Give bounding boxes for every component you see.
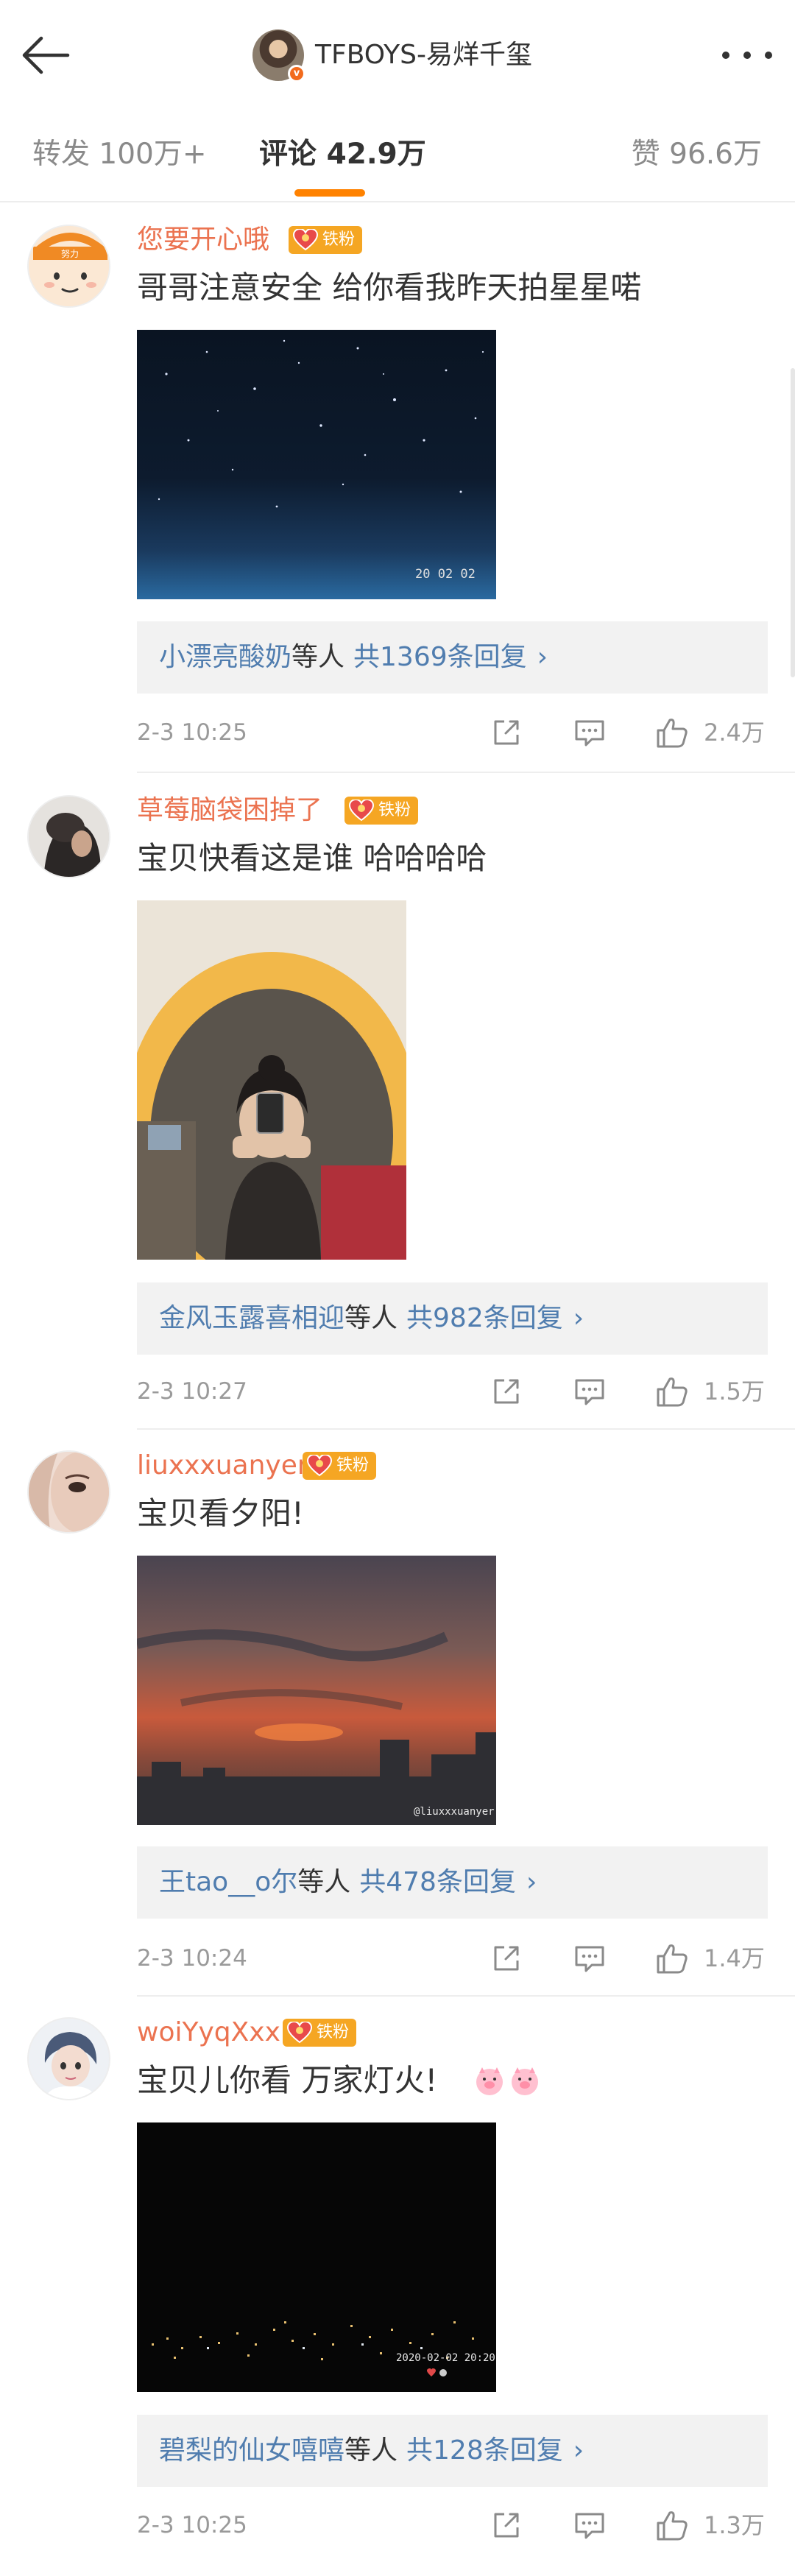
cartoon-face-icon: 努力 [29,226,109,306]
comment-icon[interactable] [573,2508,607,2542]
comment-item: 努力 您要开心哦 铁粉 哥哥注意安全 给你看我昨天拍星星喏 20 02 02 小… [0,202,795,773]
heart-badge-icon [287,2022,312,2044]
like-count: 2.4万 [704,719,765,747]
photo-date-stamp: 20 02 02 [415,567,476,582]
share-icon[interactable] [490,1941,523,1975]
verified-badge-icon: v [288,65,305,82]
reply-suffix: 等人 [292,642,345,672]
commenter-name[interactable]: 草莓脑袋困掉了 [137,794,322,828]
fan-badge[interactable]: 铁粉 [344,797,419,825]
fan-badge[interactable]: 铁粉 [283,2019,357,2047]
reply-suffix: 等人 [297,1867,351,1897]
commenter-avatar[interactable]: 努力 [27,225,110,308]
comment-text: 哥哥注意安全 给你看我昨天拍星星喏 [137,269,642,306]
photo-date-stamp: 2020-02-02 20:20 [396,2352,495,2364]
like-count: 1.5万 [704,1377,765,1405]
reply-suffix: 等人 [344,1303,398,1333]
reply-count[interactable]: 共982条回复 [406,1303,563,1333]
comment-photo[interactable] [137,900,406,1260]
comment-icon[interactable] [573,1941,607,1975]
reply-summary-link[interactable]: 碧梨的仙女嘻嘻等人 共128条回复 › [137,2415,768,2487]
commenter-name[interactable]: 您要开心哦 [137,223,269,257]
comment-item: woiYyqXxx 铁粉 宝贝儿你看 万家灯火! 2020-02-02 20:2… [0,1995,795,2576]
fan-badge-label: 铁粉 [378,801,411,819]
reply-names[interactable]: 碧梨的仙女嘻嘻 [159,2435,344,2466]
commenter-name[interactable]: liuxxxuanyer [137,1449,308,1483]
chevron-right-icon: › [573,1303,584,1333]
account-avatar[interactable]: v [252,29,305,82]
commenter-name[interactable]: woiYyqXxx [137,2016,280,2050]
top-nav-bar: v TFBOYS-易烊千玺 [0,0,795,110]
reply-names[interactable]: 金风玉露喜相迎 [159,1303,344,1333]
reply-names[interactable]: 小漂亮酸奶 [159,642,292,672]
anime-portrait-icon [29,2019,109,2099]
commenter-avatar[interactable] [27,795,110,878]
comment-time: 2-3 10:25 [137,719,247,746]
comment-icon[interactable] [573,716,607,749]
commenter-avatar[interactable] [27,1450,110,1534]
reply-summary-link[interactable]: 小漂亮酸奶等人 共1369条回复 › [137,621,768,694]
like-thumb-icon[interactable] [655,2508,689,2542]
comment-item: liuxxxuanyer 铁粉 宝贝看夕阳! @liuxxxuanyer 王ta… [0,1428,795,2002]
portrait-photo-icon [29,797,109,877]
comment-page: v TFBOYS-易烊千玺 转发 100万+ 评论 42.9万 赞 96.6万 … [0,0,795,2576]
like-thumb-icon[interactable] [655,716,689,749]
chevron-right-icon: › [537,642,548,672]
scrollbar[interactable] [791,368,795,677]
comment-photo[interactable]: @liuxxxuanyer [137,1556,496,1825]
like-thumb-icon[interactable] [655,1375,689,1408]
heart-badge-icon [293,229,318,251]
comment-text: 宝贝看夕阳! [137,1495,304,1531]
pig-emoji-icon [476,2067,503,2095]
tab-comment[interactable]: 评论 42.9万 [259,133,426,177]
face-closeup-icon [29,1452,109,1532]
comment-icon[interactable] [573,1375,607,1408]
comment-text: 宝贝快看这是谁 哈哈哈哈 [137,840,487,876]
heart-badge-icon [307,1455,332,1477]
reply-names[interactable]: 王tao__o尔 [159,1867,297,1897]
share-icon[interactable] [490,2508,523,2542]
like-thumb-icon[interactable] [655,1941,689,1975]
photo-watermark: @liuxxxuanyer [414,1806,495,1818]
tab-like[interactable]: 赞 96.6万 [632,133,762,177]
reply-summary-link[interactable]: 王tao__o尔等人 共478条回复 › [137,1846,768,1919]
comment-photo[interactable]: 20 02 02 [137,330,496,599]
tab-repost[interactable]: 转发 100万+ [32,133,207,177]
mirror-selfie-image [137,900,406,1260]
sunset-image [137,1629,496,1825]
starry-sky-image [158,339,484,508]
reply-count[interactable]: 共478条回复 [359,1867,516,1897]
like-count: 1.4万 [704,1944,765,1972]
page-title[interactable]: TFBOYS-易烊千玺 [315,37,532,74]
comment-item: 草莓脑袋困掉了 铁粉 宝贝快看这是谁 哈哈哈哈 金风玉露喜相迎等人 共982条回… [0,773,795,1430]
active-tab-indicator [294,189,365,197]
reply-count[interactable]: 共128条回复 [406,2435,563,2466]
fan-badge-label: 铁粉 [336,1456,370,1475]
fan-badge-label: 铁粉 [317,2023,350,2042]
fan-badge[interactable]: 铁粉 [289,226,363,254]
svg-text:努力: 努力 [61,248,79,259]
reply-summary-link[interactable]: 金风玉露喜相迎等人 共982条回复 › [137,1282,768,1355]
heart-badge-icon [349,800,374,822]
chevron-right-icon: › [573,2435,584,2466]
fan-badge-label: 铁粉 [322,230,356,249]
reply-count[interactable]: 共1369条回复 [353,642,527,672]
back-arrow-icon[interactable] [16,26,75,85]
commenter-avatar[interactable] [27,2017,110,2100]
more-options-icon[interactable] [714,40,780,70]
reply-suffix: 等人 [344,2435,398,2466]
comment-time: 2-3 10:24 [137,1945,247,1972]
comment-photo[interactable]: 2020-02-02 20:20 [137,2122,496,2392]
chevron-right-icon: › [526,1867,537,1897]
comment-text: 宝贝儿你看 万家灯火! [137,2062,438,2098]
comment-time: 2-3 10:27 [137,1378,247,1405]
pig-emoji-icon [512,2067,538,2095]
tab-bar: 转发 100万+ 评论 42.9万 赞 96.6万 [0,110,795,202]
fan-badge[interactable]: 铁粉 [303,1452,377,1480]
share-icon[interactable] [490,1375,523,1408]
share-icon[interactable] [490,716,523,749]
like-count: 1.3万 [704,2511,765,2539]
comment-time: 2-3 10:25 [137,2512,247,2538]
